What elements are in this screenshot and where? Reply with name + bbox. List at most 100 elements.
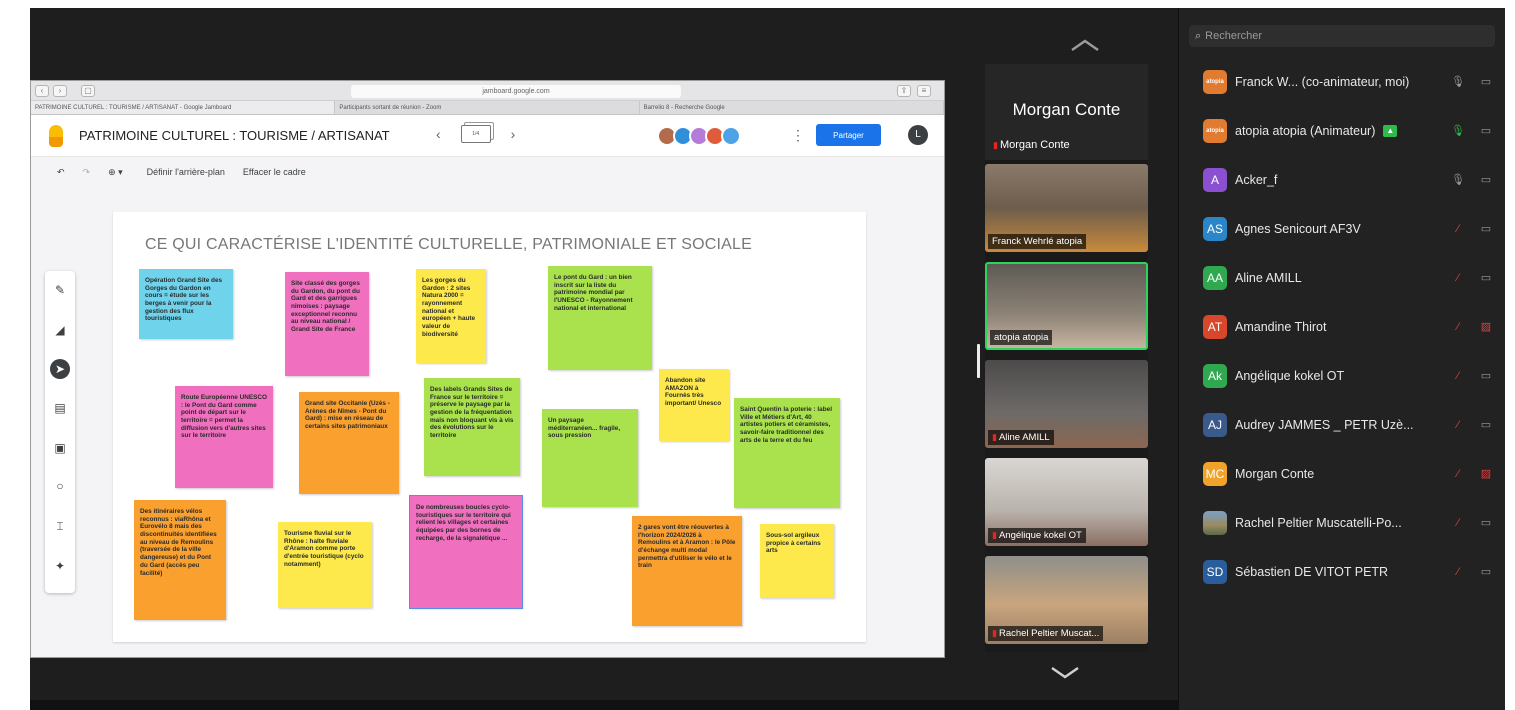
- browser-tab[interactable]: Barrelio 8 - Recherche Google: [640, 101, 944, 114]
- sticky-note-icon[interactable]: ▤: [53, 401, 67, 415]
- sticky-note[interactable]: De nombreuses boucles cyclo-touristiques…: [409, 495, 523, 609]
- frame-indicator[interactable]: 1/4: [460, 125, 491, 143]
- microphone-muted-icon[interactable]: ⁄: [1451, 467, 1465, 481]
- video-tile[interactable]: ▮ Aline AMILL: [985, 360, 1148, 448]
- previous-frame-icon[interactable]: ‹: [436, 126, 441, 142]
- undo-icon[interactable]: ↶: [57, 167, 65, 178]
- video-camera-off-icon[interactable]: ▨: [1479, 467, 1493, 481]
- video-camera-icon[interactable]: ▭: [1479, 516, 1493, 530]
- microphone-muted-icon[interactable]: ⁄: [1451, 320, 1465, 334]
- text-box-icon[interactable]: ⌶: [53, 519, 67, 533]
- sticky-note[interactable]: 2 gares vont être réouvertes à l'horizon…: [632, 516, 742, 626]
- microphone-muted-icon[interactable]: ⁄: [1451, 516, 1465, 530]
- mic-muted-icon: ▮: [992, 530, 997, 540]
- select-icon[interactable]: ➤: [50, 359, 70, 379]
- participant-name: Morgan Conte: [1235, 467, 1315, 481]
- sticky-note[interactable]: Tourisme fluvial sur le Rhône : halte fl…: [278, 522, 372, 608]
- share-button[interactable]: Partager: [816, 124, 881, 146]
- sticky-note[interactable]: Site classé des gorges du Gardon, du pon…: [285, 272, 369, 376]
- sticky-note[interactable]: Les gorges du Gardon : 2 sites Natura 20…: [416, 269, 486, 363]
- avatar[interactable]: [721, 126, 741, 146]
- video-camera-icon[interactable]: ▭: [1479, 565, 1493, 579]
- mic-muted-icon: ▮: [993, 140, 998, 150]
- frame-navigation: ‹ 1/4 ›: [436, 125, 515, 143]
- sticky-note[interactable]: Des labels Grands Sites de France sur le…: [424, 378, 520, 476]
- video-camera-icon[interactable]: ▭: [1479, 418, 1493, 432]
- participant-name-text: Rachel Peltier Muscat...: [998, 628, 1100, 639]
- participant-row[interactable]: AT Amandine Thirot ⁄ ▨: [1203, 309, 1503, 345]
- sticky-note[interactable]: Le pont du Gard : un bien inscrit sur la…: [548, 266, 652, 370]
- set-background-button[interactable]: Définir l'arrière-plan: [147, 167, 225, 177]
- pen-icon[interactable]: ✎: [53, 283, 67, 297]
- sticky-note[interactable]: Route Européenne UNESCO : le Pont du Gar…: [175, 386, 273, 488]
- participant-row[interactable]: AJ Audrey JAMMES _ PETR Uzè... ⁄ ▭: [1203, 407, 1503, 443]
- video-tile[interactable]: Franck Wehrlé atopia: [985, 164, 1148, 252]
- microphone-muted-icon[interactable]: ⁄: [1451, 222, 1465, 236]
- participant-row[interactable]: atopia atopia atopia (Animateur) ▲ 🎙 ▭: [1203, 113, 1503, 149]
- tabs-overview-icon[interactable]: ≡: [917, 84, 931, 97]
- active-speaker-name: Morgan Conte: [1012, 100, 1121, 119]
- participant-row[interactable]: SD Sébastien DE VITOT PETR ⁄ ▭: [1203, 554, 1503, 590]
- sticky-note[interactable]: Opération Grand Site des Gorges du Gardo…: [139, 269, 233, 339]
- participant-name-label: ▮ Angélique kokel OT: [988, 528, 1086, 543]
- video-camera-icon[interactable]: ▭: [1479, 124, 1493, 138]
- participant-name: Franck W... (co-animateur, moi): [1235, 75, 1410, 89]
- image-icon[interactable]: ▣: [53, 441, 67, 455]
- video-camera-off-icon[interactable]: ▨: [1479, 320, 1493, 334]
- participant-row[interactable]: atopia Franck W... (co-animateur, moi) 🎙…: [1203, 64, 1503, 100]
- next-frame-icon[interactable]: ›: [511, 126, 516, 142]
- browser-tab[interactable]: PATRIMOINE CULTUREL : TOURISME / ARTISAN…: [31, 101, 336, 114]
- sidebar-icon[interactable]: ▢: [81, 84, 95, 97]
- drawing-tools-panel: ✎ ◢ ➤ ▤ ▣ ○ ⌶ ✦: [45, 271, 75, 593]
- participant-row[interactable]: Rachel Peltier Muscatelli-Po... ⁄ ▭: [1203, 505, 1503, 541]
- browser-window: ‹ › ▢ jamboard.google.com ⇪ ≡ PATRIMOINE…: [30, 80, 945, 658]
- participant-row[interactable]: AS Agnes Senicourt AF3V ⁄ ▭: [1203, 211, 1503, 247]
- redo-icon[interactable]: ↷: [83, 167, 91, 178]
- microphone-muted-icon[interactable]: ⁄: [1451, 369, 1465, 383]
- back-icon[interactable]: ‹: [35, 84, 49, 97]
- participant-row[interactable]: A Acker_f 🎙 ▭: [1203, 162, 1503, 198]
- video-camera-icon[interactable]: ▭: [1479, 75, 1493, 89]
- jamboard-title[interactable]: PATRIMOINE CULTUREL : TOURISME / ARTISAN…: [79, 128, 390, 143]
- scroll-down-icon[interactable]: [1050, 666, 1080, 680]
- microphone-icon[interactable]: 🎙: [1451, 124, 1465, 138]
- microphone-muted-icon[interactable]: ⁄: [1451, 271, 1465, 285]
- microphone-muted-icon[interactable]: ⁄: [1451, 565, 1465, 579]
- circle-icon[interactable]: ○: [53, 479, 67, 493]
- video-camera-icon[interactable]: ▭: [1479, 173, 1493, 187]
- eraser-icon[interactable]: ◢: [53, 323, 67, 337]
- participant-search-input[interactable]: ⌕ Rechercher: [1189, 25, 1495, 47]
- more-options-icon[interactable]: ⋮: [791, 127, 805, 144]
- account-avatar[interactable]: L: [908, 125, 928, 145]
- participant-row[interactable]: MC Morgan Conte ⁄ ▨: [1203, 456, 1503, 492]
- video-camera-icon[interactable]: ▭: [1479, 271, 1493, 285]
- participant-row[interactable]: Ak Angélique kokel OT ⁄ ▭: [1203, 358, 1503, 394]
- sticky-note[interactable]: Grand site Occitanie (Uzès - Arènes de N…: [299, 392, 399, 494]
- video-tile[interactable]: ▮ Rachel Peltier Muscat...: [985, 556, 1148, 644]
- microphone-icon[interactable]: 🎙: [1451, 173, 1465, 187]
- zoom-icon[interactable]: ⊕ ▾: [108, 167, 123, 178]
- video-camera-icon[interactable]: ▭: [1479, 222, 1493, 236]
- sticky-note[interactable]: Des itinéraires vélos reconnus : viaRhôn…: [134, 500, 226, 620]
- address-bar[interactable]: jamboard.google.com: [351, 85, 681, 98]
- sticky-note[interactable]: Abandon site AMAZON à Fournès très impor…: [659, 369, 729, 441]
- sticky-note[interactable]: Saint Quentin la poterie : label Ville e…: [734, 398, 840, 508]
- microphone-muted-icon[interactable]: ⁄: [1451, 418, 1465, 432]
- sticky-note[interactable]: Sous-sol argileux propice à certains art…: [760, 524, 834, 598]
- laser-icon[interactable]: ✦: [53, 559, 67, 573]
- participant-name: Amandine Thirot: [1235, 320, 1327, 334]
- video-camera-icon[interactable]: ▭: [1479, 369, 1493, 383]
- video-tile[interactable]: ▮ Angélique kokel OT: [985, 458, 1148, 546]
- participant-row[interactable]: AA Aline AMILL ⁄ ▭: [1203, 260, 1503, 296]
- resize-handle[interactable]: [977, 344, 980, 378]
- scroll-up-icon[interactable]: [1070, 38, 1100, 52]
- jamboard-canvas[interactable]: CE QUI CARACTÉRISE L'IDENTITÉ CULTURELLE…: [113, 212, 866, 642]
- forward-icon[interactable]: ›: [53, 84, 67, 97]
- participant-name: Angélique kokel OT: [1235, 369, 1345, 383]
- microphone-icon[interactable]: 🎙: [1451, 75, 1465, 89]
- browser-tab[interactable]: Participants sortant de réunion - Zoom: [335, 101, 640, 114]
- sticky-note[interactable]: Un paysage méditerranéen... fragile, sou…: [542, 409, 638, 507]
- share-page-icon[interactable]: ⇪: [897, 84, 911, 97]
- clear-frame-button[interactable]: Effacer le cadre: [243, 167, 306, 177]
- video-tile[interactable]: atopia atopia: [985, 262, 1148, 350]
